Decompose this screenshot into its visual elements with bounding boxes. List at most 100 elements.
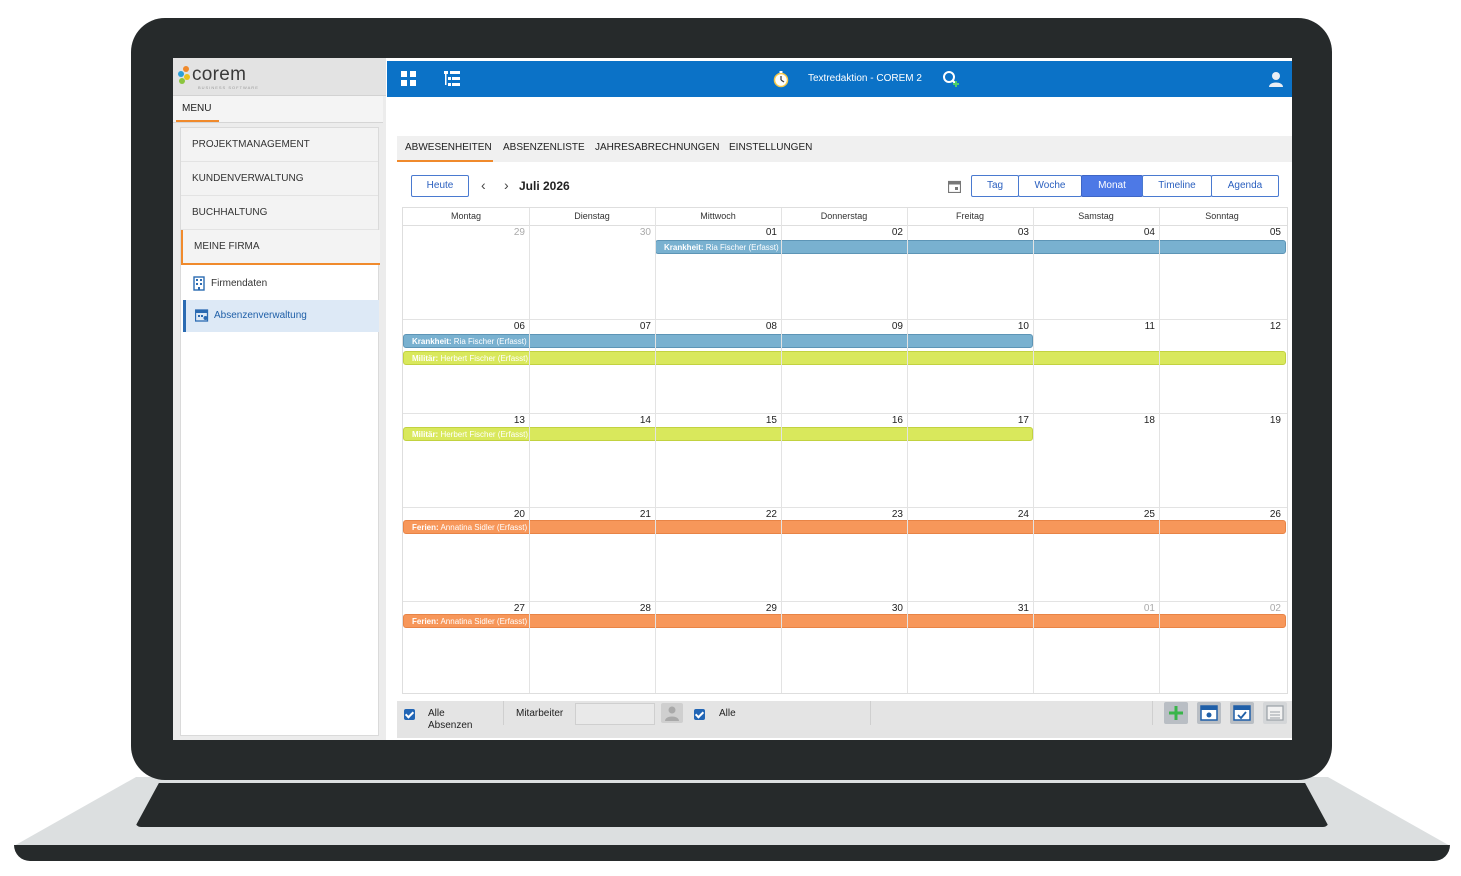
sidebar-subitem-firmendaten[interactable]: Firmendaten (183, 268, 376, 300)
all-employees-checkbox[interactable] (694, 709, 705, 720)
approve-absence-button[interactable] (1230, 702, 1254, 724)
view-woche-button[interactable]: Woche (1018, 175, 1082, 197)
view-timeline-button[interactable]: Timeline (1142, 175, 1212, 197)
sidebar-item-kundenverwaltung[interactable]: KUNDENVERWALTUNG (181, 162, 378, 196)
absence-event[interactable]: Militär: Herbert Fischer (Erfasst) (403, 351, 1286, 365)
view-monat-button[interactable]: Monat (1081, 175, 1143, 197)
edit-absence-button[interactable] (1197, 702, 1221, 724)
day-number[interactable]: 20 (403, 509, 525, 520)
sidebar-item-projektmanagement[interactable]: PROJEKTMANAGEMENT (181, 128, 378, 162)
day-number[interactable]: 11 (1033, 321, 1155, 332)
day-number[interactable]: 31 (907, 603, 1029, 614)
day-number[interactable]: 08 (655, 321, 777, 332)
search-add-icon[interactable] (942, 70, 960, 88)
day-number[interactable]: 18 (1033, 415, 1155, 426)
event-type: Krankheit: (412, 337, 452, 346)
absence-event[interactable]: Militär: Herbert Fischer (Erfasst) (403, 427, 1033, 441)
sidebar-item-label: MEINE FIRMA (194, 241, 260, 252)
tab-absenzenliste[interactable]: ABSENZENLISTE (503, 142, 585, 153)
day-number[interactable]: 21 (529, 509, 651, 520)
day-number[interactable]: 25 (1033, 509, 1155, 520)
absence-event[interactable]: Ferien: Annatina Sidler (Erfasst) (403, 520, 1286, 534)
day-number[interactable]: 15 (655, 415, 777, 426)
day-number[interactable]: 09 (781, 321, 903, 332)
day-number[interactable]: 30 (529, 227, 651, 238)
event-text: Annatina Sidler (Erfasst) (438, 617, 528, 626)
plus-icon (1169, 706, 1183, 720)
day-number[interactable]: 03 (907, 227, 1029, 238)
day-number[interactable]: 28 (529, 603, 651, 614)
day-number[interactable]: 13 (403, 415, 525, 426)
tab-abwesenheiten[interactable]: ABWESENHEITEN (405, 142, 492, 153)
logo[interactable]: corem BUSINESS SOFTWARE (173, 58, 386, 96)
day-number[interactable]: 02 (1159, 603, 1281, 614)
calendar-picker-icon[interactable] (948, 180, 961, 193)
weekday-label: Freitag (955, 211, 984, 221)
sidebar-item-buchhaltung[interactable]: BUCHHALTUNG (181, 196, 378, 230)
day-number[interactable]: 23 (781, 509, 903, 520)
window-title: Textredaktion - COREM 2 (808, 73, 922, 84)
absence-event[interactable]: Ferien: Annatina Sidler (Erfasst) (403, 614, 1286, 628)
employee-picker-icon[interactable] (661, 703, 683, 723)
tree-list-icon[interactable] (443, 70, 461, 88)
day-number[interactable]: 10 (907, 321, 1029, 332)
day-number[interactable]: 24 (907, 509, 1029, 520)
day-number[interactable]: 01 (1033, 603, 1155, 614)
calendar-person-icon (195, 309, 209, 322)
event-text: Herbert Fischer (Erfasst) (438, 354, 529, 363)
day-number[interactable]: 12 (1159, 321, 1281, 332)
day-number[interactable]: 27 (403, 603, 525, 614)
view-agenda-button[interactable]: Agenda (1211, 175, 1279, 197)
sidebar-item-label: BUCHHALTUNG (192, 207, 268, 218)
menu-underline (176, 120, 219, 122)
user-icon[interactable] (1267, 70, 1285, 88)
menu-header[interactable]: MENU (173, 96, 383, 123)
day-number[interactable]: 17 (907, 415, 1029, 426)
tab-jahresabrechnungen[interactable]: JAHRESABRECHNUNGEN (595, 142, 719, 153)
tab-bar: ABWESENHEITEN ABSENZENLISTE JAHRESABRECH… (397, 136, 1292, 162)
active-tab-underline (397, 160, 493, 162)
grid-icon[interactable] (400, 70, 418, 88)
day-number[interactable]: 26 (1159, 509, 1281, 520)
event-type: Militär: (412, 430, 439, 439)
day-number[interactable]: 01 (655, 227, 777, 238)
grid-row-line (403, 507, 1287, 508)
building-icon (193, 276, 205, 291)
day-number[interactable]: 06 (403, 321, 525, 332)
day-number[interactable]: 07 (529, 321, 651, 332)
stopwatch-icon[interactable] (772, 70, 790, 88)
event-type: Ferien: (412, 617, 439, 626)
grid-column-line (1159, 208, 1160, 693)
add-absence-button[interactable] (1164, 702, 1188, 724)
day-number[interactable]: 16 (781, 415, 903, 426)
day-number[interactable]: 29 (655, 603, 777, 614)
day-number[interactable]: 04 (1033, 227, 1155, 238)
all-absences-checkbox[interactable] (404, 709, 415, 720)
day-number[interactable]: 30 (781, 603, 903, 614)
prev-month-chevron-icon[interactable]: ‹ (481, 177, 486, 193)
day-number[interactable]: 05 (1159, 227, 1281, 238)
view-tag-button[interactable]: Tag (971, 175, 1019, 197)
today-button[interactable]: Heute (411, 175, 469, 197)
day-number[interactable]: 14 (529, 415, 651, 426)
grid-row-line (403, 319, 1287, 320)
event-text: Annatina Sidler (Erfasst) (438, 523, 528, 532)
day-number[interactable]: 29 (403, 227, 525, 238)
top-bar: Textredaktion - COREM 2 (387, 61, 1292, 97)
weekday-label: Mittwoch (700, 211, 736, 221)
day-number[interactable]: 22 (655, 509, 777, 520)
grid-column-line (1033, 208, 1034, 693)
sidebar-item-label: KUNDENVERWALTUNG (192, 173, 304, 184)
sidebar-subitem-absenzenverwaltung[interactable]: Absenzenverwaltung (183, 300, 379, 332)
employee-input[interactable] (575, 703, 655, 725)
day-number[interactable]: 02 (781, 227, 903, 238)
tab-einstellungen[interactable]: EINSTELLUNGEN (729, 142, 812, 153)
next-month-chevron-icon[interactable]: › (504, 177, 509, 193)
sidebar: corem BUSINESS SOFTWARE MENU PROJEKTMANA… (173, 58, 386, 740)
absence-event[interactable]: Krankheit: Ria Fischer (Erfasst) (655, 240, 1286, 254)
app-screen: corem BUSINESS SOFTWARE MENU PROJEKTMANA… (173, 58, 1292, 740)
export-absence-button[interactable] (1263, 702, 1287, 724)
absence-event[interactable]: Krankheit: Ria Fischer (Erfasst) (403, 334, 1033, 348)
day-number[interactable]: 19 (1159, 415, 1281, 426)
sidebar-item-meine-firma[interactable]: MEINE FIRMA (181, 230, 380, 265)
